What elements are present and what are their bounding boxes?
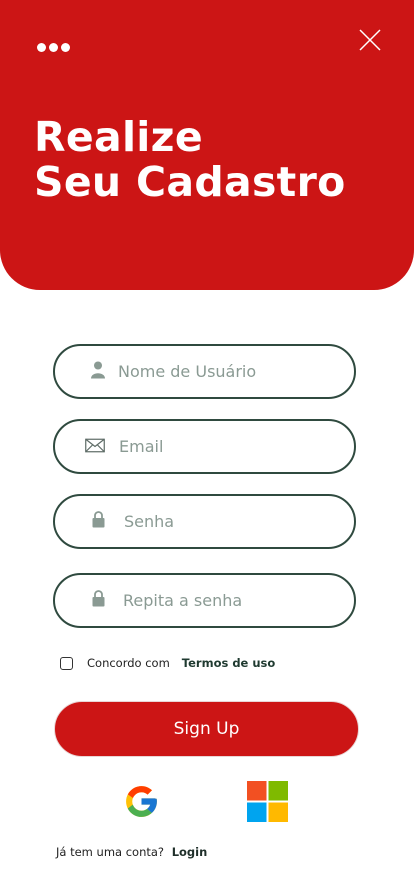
signup-button[interactable]: Sign Up [54,701,359,757]
page-title-line1: Realize [34,113,203,161]
signup-button-label: Sign Up [173,719,240,739]
password-field[interactable] [53,494,356,549]
lock-icon [92,589,105,612]
email-field[interactable] [53,419,356,474]
menu-dot [61,42,70,52]
username-field[interactable] [53,344,356,399]
mail-icon [85,438,105,457]
terms-link[interactable]: Termos de uso [182,656,276,670]
user-icon [91,360,105,383]
menu-dot [49,42,58,52]
google-icon[interactable] [123,783,160,820]
email-input[interactable] [119,421,339,472]
more-dots-icon[interactable] [37,41,73,53]
lock-icon [92,510,105,533]
password-input[interactable] [124,496,334,547]
login-prompt: Já tem uma conta? Login [56,845,207,859]
password-repeat-input[interactable] [123,575,333,626]
page-title-line2: Seu Cadastro [34,158,346,206]
login-link[interactable]: Login [172,845,208,859]
terms-text: Concordo com [87,656,170,670]
password-repeat-field[interactable] [53,573,356,628]
terms-checkbox[interactable] [60,656,73,670]
close-icon[interactable] [358,28,382,52]
username-input[interactable] [118,346,338,397]
page-title: Realize Seu Cadastro [34,115,394,205]
microsoft-icon[interactable] [247,781,288,822]
terms-row: Concordo com Termos de uso [60,656,275,670]
login-question: Já tem uma conta? [56,845,165,859]
menu-dot [37,42,46,52]
header-banner: Realize Seu Cadastro [0,0,414,290]
